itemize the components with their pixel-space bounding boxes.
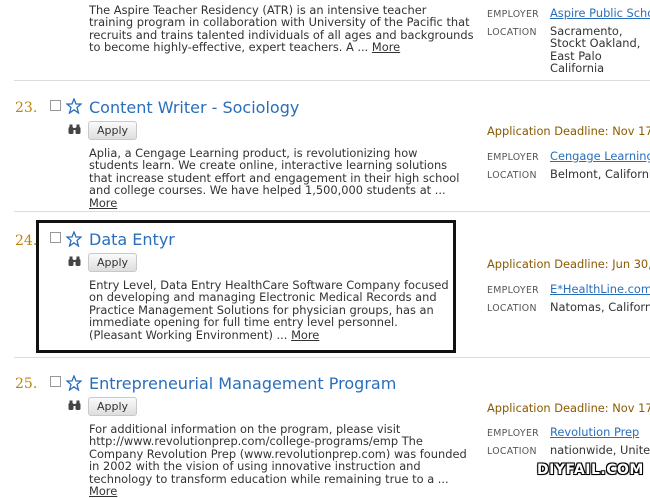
location-value: Sacramento, Stockt Oakland, East Palo Ca…: [550, 24, 641, 76]
star-outline-icon[interactable]: [66, 231, 82, 247]
employer-label: EMPLOYER: [487, 9, 539, 20]
location-value: Belmont, California: [550, 167, 650, 181]
employer-label: EMPLOYER: [487, 428, 539, 439]
star-outline-icon[interactable]: [66, 98, 82, 114]
row-separator: [14, 211, 650, 212]
employer-link[interactable]: Aspire Public Schoo: [550, 7, 650, 20]
application-deadline: Application Deadline: Nov 17, 201: [487, 124, 650, 138]
job-number: 24.: [15, 233, 38, 249]
row-separator: [14, 80, 650, 81]
apply-button[interactable]: Apply: [88, 253, 138, 272]
job-number: 23.: [15, 100, 38, 116]
employer-link[interactable]: Revolution Prep: [550, 426, 639, 439]
employer-link[interactable]: Cengage Learning: [550, 150, 650, 163]
job-description: Entry Level, Data Entry HealthCare Softw…: [89, 278, 449, 342]
select-checkbox[interactable]: [50, 376, 61, 387]
select-checkbox[interactable]: [50, 232, 61, 243]
job-title-link[interactable]: Entrepreneurial Management Program: [89, 374, 396, 393]
apply-button[interactable]: Apply: [88, 121, 138, 140]
binoculars-icon[interactable]: [68, 124, 81, 135]
application-deadline: Application Deadline: Nov 17, 201: [487, 401, 650, 415]
select-checkbox[interactable]: [50, 100, 61, 111]
job-description: For additional information on the progra…: [89, 422, 467, 498]
employer-label: EMPLOYER: [487, 152, 539, 163]
binoculars-icon[interactable]: [68, 400, 81, 411]
more-link[interactable]: More: [89, 484, 117, 498]
job-number: 25.: [15, 376, 38, 392]
job-title-link[interactable]: Data Entyr: [89, 230, 175, 249]
job-description: The Aspire Teacher Residency (ATR) is an…: [89, 3, 474, 55]
watermark: DIYFAIL.COM: [537, 462, 644, 478]
employer-label: EMPLOYER: [487, 285, 539, 296]
location-label: LOCATION: [487, 446, 537, 457]
apply-button[interactable]: Apply: [88, 397, 138, 416]
more-link[interactable]: More: [291, 328, 319, 342]
row-separator: [14, 357, 650, 358]
employer-link[interactable]: E*HealthLine.com,: [550, 283, 650, 296]
application-deadline: Application Deadline: Jun 30, 201: [487, 257, 650, 271]
more-link[interactable]: More: [372, 40, 400, 54]
star-outline-icon[interactable]: [66, 375, 82, 391]
more-link[interactable]: More: [89, 196, 117, 210]
location-label: LOCATION: [487, 27, 537, 38]
location-value: Natomas, California: [550, 300, 650, 314]
location-label: LOCATION: [487, 303, 537, 314]
job-title-link[interactable]: Content Writer - Sociology: [89, 98, 299, 117]
location-value: nationwide, United: [550, 443, 650, 457]
location-label: LOCATION: [487, 170, 537, 181]
binoculars-icon[interactable]: [68, 256, 81, 267]
job-description: Aplia, a Cengage Learning product, is re…: [89, 146, 460, 210]
